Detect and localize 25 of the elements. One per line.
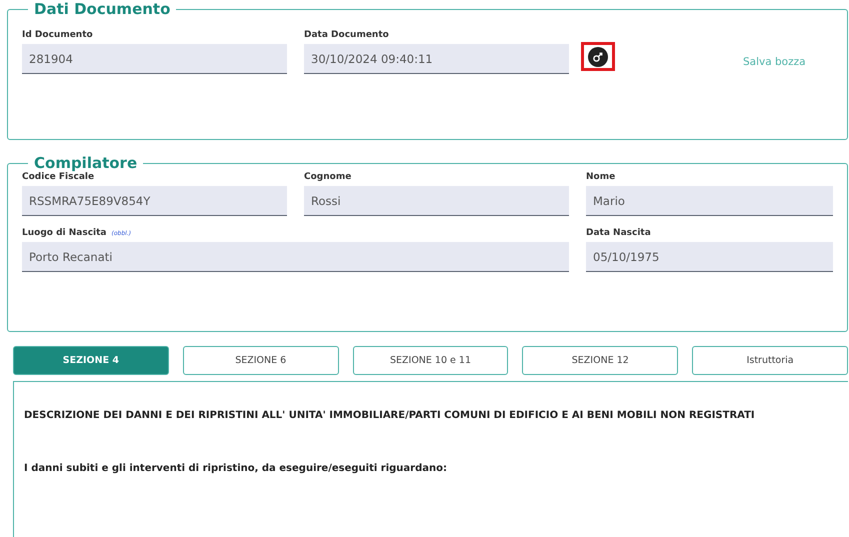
input-field[interactable]: 05/10/1975	[586, 242, 833, 272]
field-label: Data Documento	[304, 30, 389, 40]
field-label: Nome	[586, 172, 616, 182]
field-label: Id Documento	[22, 30, 93, 40]
section-tab[interactable]: SEZIONE 10 e 11	[352, 346, 508, 375]
section-heading: DESCRIZIONE DEI DANNI E DEI RIPRISTINI ALL' UNITA' IMMOBILIARE/PARTI COMUNI DI EDIFICIO E AI BENI MOBILI NON REGISTRATI	[24, 410, 756, 421]
section-subheading: I danni subiti e gli interventi di ripristino, da eseguire/eseguiti riguardano:	[24, 463, 448, 474]
section-tab[interactable]: Istruttoria	[692, 346, 848, 375]
input-field[interactable]: RSSMRA75E89V854Y	[22, 186, 287, 216]
section-tab[interactable]: SEZIONE 12	[522, 346, 678, 375]
field-label: Codice Fiscale	[22, 172, 94, 182]
field-label: Cognome	[304, 172, 352, 182]
section-tab[interactable]: SEZIONE 6	[182, 346, 339, 375]
circle-symbol-icon	[588, 46, 608, 66]
field-label: Luogo di Nascita	[22, 228, 107, 238]
section-title: Dati Documento	[33, 0, 172, 18]
input-field[interactable]: Mario	[586, 186, 833, 216]
input-field[interactable]: Rossi	[304, 186, 569, 216]
section-title: Compilatore	[33, 154, 138, 172]
input-field[interactable]: Porto Recanati	[22, 242, 569, 272]
input-field[interactable]: 281904	[22, 44, 287, 74]
section-tab[interactable]: SEZIONE 4	[13, 346, 169, 375]
field-label: Data Nascita	[586, 228, 651, 238]
input-field[interactable]: 30/10/2024 09:40:11	[304, 44, 569, 74]
icon-button[interactable]	[581, 42, 615, 71]
